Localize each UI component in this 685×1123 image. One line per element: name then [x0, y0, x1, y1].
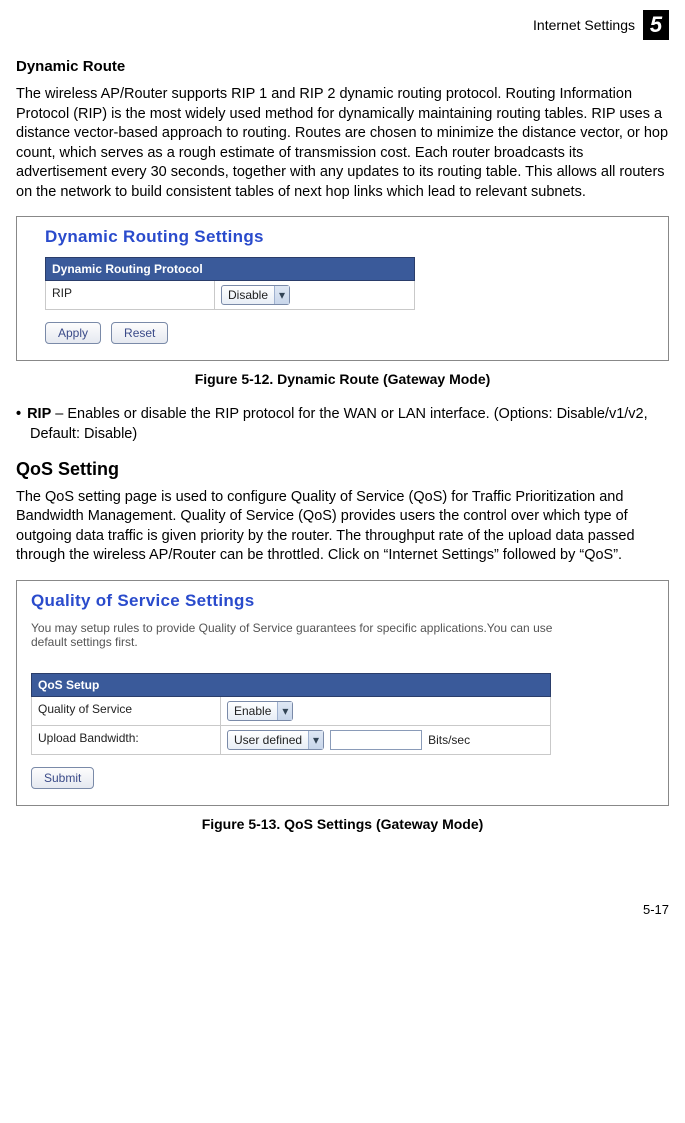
figure-5-13-caption: Figure 5-13. QoS Settings (Gateway Mode): [16, 816, 669, 832]
qos-screenshot: Quality of Service Settings You may setu…: [16, 580, 669, 806]
dynamic-routing-panel-title: Dynamic Routing Settings: [45, 227, 656, 247]
upload-bandwidth-unit: Bits/sec: [428, 733, 470, 747]
qos-select[interactable]: Enable ▾: [227, 701, 293, 721]
qos-heading: QoS Setting: [16, 459, 669, 480]
page-header: Internet Settings 5: [16, 10, 669, 40]
chapter-number: 5: [643, 10, 669, 40]
rip-select-value: Disable: [222, 288, 274, 302]
chevron-down-icon: ▾: [274, 286, 289, 304]
qos-panel-subtext: You may setup rules to provide Quality o…: [31, 621, 571, 649]
qos-panel-title: Quality of Service Settings: [31, 591, 656, 611]
bullet-dot: •: [16, 406, 27, 422]
upload-bandwidth-select[interactable]: User defined ▾: [227, 730, 324, 750]
rip-description: – Enables or disable the RIP protocol fo…: [30, 406, 648, 442]
dynamic-routing-screenshot: Dynamic Routing Settings Dynamic Routing…: [16, 216, 669, 361]
submit-button[interactable]: Submit: [31, 767, 94, 789]
rip-label: RIP: [45, 281, 215, 310]
qos-label: Quality of Service: [31, 697, 221, 726]
dynamic-route-heading: Dynamic Route: [16, 58, 669, 75]
chevron-down-icon: ▾: [277, 702, 292, 720]
qos-select-value: Enable: [228, 704, 277, 718]
upload-bandwidth-input[interactable]: [330, 730, 422, 750]
rip-select[interactable]: Disable ▾: [221, 285, 290, 305]
upload-bandwidth-select-value: User defined: [228, 733, 308, 747]
rip-term: RIP: [27, 406, 51, 422]
chevron-down-icon: ▾: [308, 731, 323, 749]
dynamic-route-paragraph: The wireless AP/Router supports RIP 1 an…: [16, 85, 669, 202]
page-number: 5-17: [16, 902, 669, 917]
reset-button[interactable]: Reset: [111, 322, 168, 344]
rip-bullet: •RIP – Enables or disable the RIP protoc…: [16, 405, 669, 444]
header-title: Internet Settings: [533, 17, 635, 33]
qos-paragraph: The QoS setting page is used to configur…: [16, 488, 669, 566]
dynamic-routing-protocol-bar: Dynamic Routing Protocol: [45, 257, 415, 281]
qos-setup-bar: QoS Setup: [31, 673, 551, 697]
figure-5-12-caption: Figure 5-12. Dynamic Route (Gateway Mode…: [16, 371, 669, 387]
apply-button[interactable]: Apply: [45, 322, 101, 344]
upload-bandwidth-label: Upload Bandwidth:: [31, 726, 221, 755]
